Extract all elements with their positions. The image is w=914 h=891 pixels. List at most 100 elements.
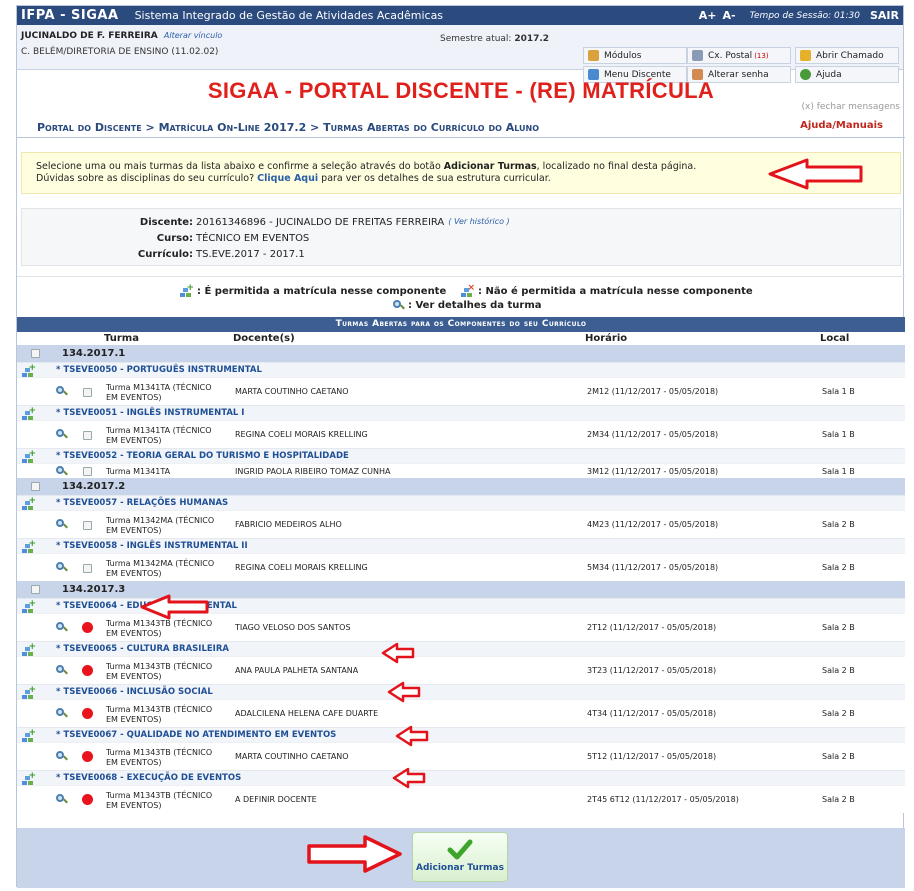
red-arrow-icon [768, 158, 863, 190]
docente-cell: REGINA COELI MORAIS KRELLING [235, 430, 368, 439]
component-row: + * TSEVE0052 - TEORIA GERAL DO TURISMO E… [17, 448, 905, 463]
local-cell: Sala 2 B [822, 666, 855, 675]
magnifier-icon[interactable] [56, 794, 68, 805]
legend: + : É permitida a matrícula nesse compon… [17, 276, 905, 313]
magnifier-icon[interactable] [56, 429, 68, 440]
selection-radio[interactable] [82, 708, 93, 719]
red-arrow-icon [140, 594, 209, 620]
system-name: Sistema Integrado de Gestão de Atividade… [134, 9, 444, 22]
turma-cell: Turma M1341TA (TÉCNICO EM EVENTOS) [106, 383, 212, 402]
user-unit: C. BELÉM/DIRETORIA DE ENSINO (11.02.02) [21, 47, 219, 57]
horario-cell: 2M12 (11/12/2017 - 05/05/2018) [587, 387, 719, 396]
discente-value: 20161346896 - JUCINALDO DE FREITAS FERRE… [196, 217, 445, 228]
component-row: + * TSEVE0068 - EXECUÇÃO DE EVENTOS [17, 770, 905, 785]
magnifier-icon[interactable] [56, 519, 68, 530]
close-messages-link[interactable]: (x) fechar mensagens [802, 102, 901, 112]
student-info-box: Discente: 20161346896 - JUCINALDO DE FRE… [21, 208, 901, 266]
legend-allowed-text: : É permitida a matrícula nesse componen… [197, 285, 447, 297]
component-name: * TSEVE0058 - INGLÊS INSTRUMENTAL II [56, 541, 248, 551]
component-name: * TSEVE0068 - EXECUÇÃO DE EVENTOS [56, 773, 242, 783]
breadcrumb: Portal do Discente > Matrícula On-Line 2… [37, 121, 540, 134]
docente-cell: MARTA COUTINHO CAETANO [235, 752, 349, 761]
selection-checkbox[interactable] [83, 467, 92, 476]
curriculo-value: TS.EVE.2017 - 2017.1 [196, 249, 305, 260]
red-arrow-icon [395, 725, 429, 747]
group-checkbox[interactable] [31, 585, 40, 594]
component-name: * TSEVE0052 - TEORIA GERAL DO TURISMO E … [56, 451, 349, 461]
font-decrease-button[interactable]: A- [723, 9, 736, 22]
local-cell: Sala 2 B [822, 563, 855, 572]
component-row: + * TSEVE0050 - PORTUGUÊS INSTRUMENTAL [17, 362, 905, 377]
docente-cell: REGINA COELI MORAIS KRELLING [235, 563, 368, 572]
sigaa-window: IFPA - SIGAA Sistema Integrado de Gestão… [16, 5, 905, 888]
horario-cell: 2T45 6T12 (11/12/2017 - 05/05/2018) [587, 795, 739, 804]
mail-count: (13) [754, 51, 769, 60]
semester-value: 2017.2 [514, 34, 550, 44]
change-link[interactable]: Alterar vínculo [164, 31, 222, 40]
modules-button[interactable]: Módulos [583, 47, 687, 64]
plus-component-icon: + [22, 497, 36, 510]
selection-radio[interactable] [82, 665, 93, 676]
docente-cell: A DEFINIR DOCENTE [235, 795, 317, 804]
discente-label: Discente: [139, 217, 193, 228]
horario-cell: 2M34 (11/12/2017 - 05/05/2018) [587, 430, 719, 439]
component-row: + * TSEVE0051 - INGLÊS INSTRUMENTAL I [17, 405, 905, 420]
selection-checkbox[interactable] [83, 521, 92, 530]
turma-cell: Turma M1342MA (TÉCNICO EM EVENTOS) [106, 516, 215, 535]
col-turma: Turma [104, 333, 139, 344]
plus-component-icon: + [22, 686, 36, 699]
add-classes-button[interactable]: Adicionar Turmas [412, 832, 508, 882]
modules-label: Módulos [604, 50, 642, 61]
doubts-text-end: para ver os detalhes de sua estrutura cu… [318, 173, 551, 184]
instruction-text: Selecione uma ou mais turmas da lista ab… [36, 161, 444, 172]
component-name: * TSEVE0066 - INCLUSÃO SOCIAL [56, 687, 213, 697]
group-checkbox[interactable] [31, 349, 40, 358]
top-bar: IFPA - SIGAA Sistema Integrado de Gestão… [17, 6, 903, 25]
local-cell: Sala 2 B [822, 752, 855, 761]
plus-component-icon: + [22, 364, 36, 377]
plus-component-icon: + [22, 540, 36, 553]
selection-checkbox[interactable] [83, 431, 92, 440]
table-footer: Adicionar Turmas [17, 828, 905, 888]
legend-details-text: : Ver detalhes da turma [408, 300, 542, 311]
selection-checkbox[interactable] [83, 564, 92, 573]
col-docente: Docente(s) [233, 333, 295, 344]
magnifier-icon[interactable] [56, 466, 68, 477]
magnifier-icon[interactable] [56, 562, 68, 573]
docente-cell: MARTA COUTINHO CAETANO [235, 387, 349, 396]
group-checkbox[interactable] [31, 482, 40, 491]
col-horario: Horário [585, 333, 628, 344]
selection-radio[interactable] [82, 794, 93, 805]
ticket-button[interactable]: Abrir Chamado [795, 47, 899, 64]
component-name: * TSEVE0065 - CULTURA BRASILEIRA [56, 644, 229, 654]
magnifier-icon[interactable] [56, 386, 68, 397]
mail-icon [692, 50, 703, 61]
group-row: 134.2017.1 [17, 345, 905, 362]
group-label: 134.2017.1 [62, 348, 126, 359]
font-increase-button[interactable]: A+ [699, 9, 717, 22]
classes-table: Turmas Abertas para os Componentes do se… [17, 317, 905, 813]
table-row: Turma M1343TB (TÉCNICO EM EVENTOS) ADALCI… [17, 699, 905, 727]
plus-component-icon: + [22, 450, 36, 463]
magnifier-icon[interactable] [56, 665, 68, 676]
doubts-text: Dúvidas sobre as disciplinas do seu curr… [36, 173, 258, 184]
turma-cell: Turma M1342MA (TÉCNICO EM EVENTOS) [106, 559, 215, 578]
help-manuals-link[interactable]: Ajuda/Manuais [800, 120, 883, 131]
mail-button[interactable]: Cx. Postal (13) [687, 47, 791, 64]
magnifier-icon[interactable] [56, 708, 68, 719]
selection-radio[interactable] [82, 622, 93, 633]
curso-row: Curso: TÉCNICO EM EVENTOS [22, 233, 310, 244]
selection-radio[interactable] [82, 751, 93, 762]
magnifier-icon[interactable] [56, 751, 68, 762]
group-label: 134.2017.2 [62, 481, 126, 492]
history-link[interactable]: ( Ver histórico ) [448, 217, 509, 228]
add-classes-label: Adicionar Turmas [416, 863, 504, 873]
selection-checkbox[interactable] [83, 388, 92, 397]
turma-cell: Turma M1343TB (TÉCNICO EM EVENTOS) [106, 662, 213, 681]
instruction-text-end: , localizado no final desta página. [536, 161, 697, 172]
exit-button[interactable]: SAIR [870, 9, 899, 22]
user-bar: JUCINALDO DE F. FERREIRA Alterar vínculo… [17, 25, 903, 83]
table-header: Turma Docente(s) Horário Local [17, 332, 905, 345]
magnifier-icon[interactable] [56, 622, 68, 633]
click-here-link[interactable]: Clique Aqui [257, 173, 318, 184]
